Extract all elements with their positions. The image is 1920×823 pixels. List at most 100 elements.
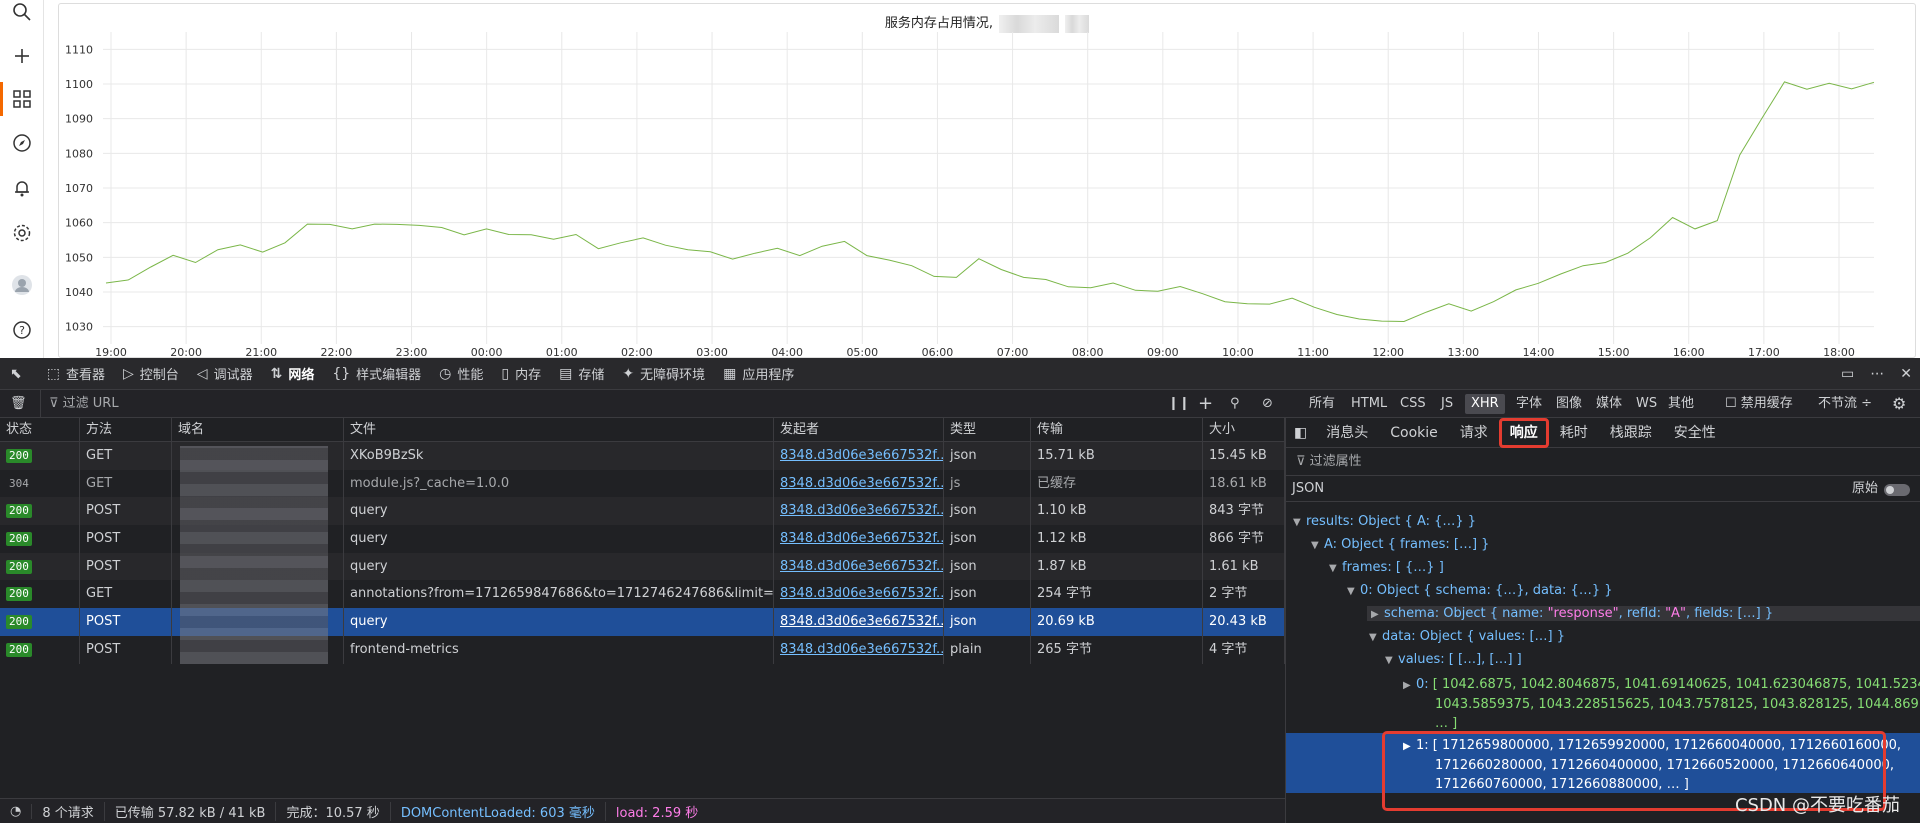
tab-4[interactable]: {} 样式编辑器	[323, 358, 430, 390]
file-cell: module.js?_cache=1.0.0	[344, 469, 774, 498]
request-count: 8 个请求	[32, 801, 105, 821]
response-tab-4[interactable]: 耗时	[1549, 418, 1599, 448]
y-tick-label: 1050	[65, 251, 93, 264]
type-cell: js	[944, 469, 1031, 498]
filter-properties-input[interactable]: ⊽ 过滤属性	[1286, 448, 1920, 476]
search-icon[interactable]: ⚲	[1230, 390, 1240, 418]
type-filter-1[interactable]: HTML	[1345, 394, 1393, 414]
column-header[interactable]: 传输	[1031, 418, 1203, 441]
file-cell: annotations?from=1712659847686&to=171274…	[344, 580, 774, 609]
type-filter-9[interactable]: 其他	[1662, 394, 1700, 414]
tab-label: 查看器	[65, 368, 105, 383]
size-cell: 843 字节	[1203, 497, 1285, 526]
tree-row-frames[interactable]: ▼ frames: [ {…} ]	[1329, 560, 1444, 575]
column-header[interactable]: 类型	[944, 418, 1031, 441]
response-tab-bar: ◧ 消息头 Cookie 请求 响应 耗时 栈跟踪 安全性	[1286, 417, 1920, 448]
response-tab-5[interactable]: 栈跟踪	[1599, 418, 1663, 448]
pick-element-icon[interactable]: ⬉	[0, 358, 38, 390]
search-icon[interactable]	[10, 0, 34, 24]
initiator-link[interactable]: 8348.d3d06e3e667532f...	[780, 476, 943, 491]
tab-8[interactable]: ✦ 无障碍环境	[613, 358, 714, 390]
tab-label: 存储	[578, 368, 605, 383]
trash-icon[interactable]: 🗑	[10, 390, 27, 418]
user-avatar[interactable]	[10, 273, 34, 297]
response-tab-3[interactable]: 响应	[1498, 417, 1549, 448]
dashboards-icon[interactable]	[10, 87, 34, 111]
filter-url-input[interactable]: ⊽ 过滤 URL	[40, 390, 1140, 418]
network-status-bar: ◔ 8 个请求 已传输 57.82 kB / 41 kB 完成：10.57 秒 …	[0, 798, 1285, 823]
close-icon[interactable]: ✕	[1900, 366, 1912, 382]
tab-2[interactable]: ◁ 调试器	[188, 358, 262, 390]
tab-9[interactable]: ▦ 应用程序	[714, 358, 803, 390]
initiator-link[interactable]: 8348.d3d06e3e667532f...	[780, 586, 943, 601]
column-header[interactable]: 方法	[80, 418, 172, 441]
initiator-link[interactable]: 8348.d3d06e3e667532f...	[780, 642, 943, 657]
pause-icon[interactable]: ❙❙	[1168, 390, 1190, 418]
type-cell: json	[944, 525, 1031, 553]
size-cell: 18.61 kB	[1203, 469, 1285, 498]
explore-icon[interactable]	[10, 131, 34, 155]
method-cell: POST	[80, 635, 172, 664]
tab-7[interactable]: ▤ 存储	[550, 358, 613, 390]
tab-6[interactable]: ▯ 内存	[492, 358, 550, 390]
help-icon[interactable]: ?	[10, 318, 34, 342]
type-filter-2[interactable]: CSS	[1394, 394, 1432, 414]
column-header[interactable]: 大小	[1203, 418, 1285, 441]
tab-1[interactable]: ▷ 控制台	[114, 358, 188, 390]
tab-icon: ▯	[501, 365, 510, 382]
gear-icon[interactable]	[10, 221, 34, 245]
initiator-link[interactable]: 8348.d3d06e3e667532f...	[780, 503, 943, 518]
initiator-link[interactable]: 8348.d3d06e3e667532f...	[780, 614, 943, 629]
response-tab-2[interactable]: 请求	[1449, 418, 1499, 448]
plus-icon[interactable]	[10, 44, 34, 68]
type-filter-4[interactable]: XHR	[1465, 394, 1505, 414]
response-tab-0[interactable]: 消息头	[1315, 418, 1379, 448]
dom-content-loaded: DOMContentLoaded: 603 毫秒	[391, 801, 606, 821]
raw-toggle[interactable]	[1884, 484, 1910, 496]
tree-row-frame-0[interactable]: ▼ 0: Object { schema: {…}, data: {…} }	[1347, 583, 1613, 598]
tab-0[interactable]: ⬚ 查看器	[38, 358, 114, 390]
tree-row-results[interactable]: ▼ results: Object { A: {…} }	[1293, 514, 1476, 529]
initiator-link[interactable]: 8348.d3d06e3e667532f...	[780, 559, 943, 574]
status-badge: 200	[6, 532, 32, 547]
type-filter-5[interactable]: 字体	[1510, 394, 1548, 414]
type-cell: json	[944, 442, 1031, 470]
type-filter-0[interactable]: 所有	[1303, 394, 1341, 414]
dock-icon[interactable]: ▭	[1841, 366, 1854, 382]
settings-gear-icon[interactable]: ⚙	[1892, 390, 1906, 418]
load-time: load: 2.59 秒	[615, 805, 699, 821]
response-tab-1[interactable]: Cookie	[1379, 418, 1449, 448]
bell-icon[interactable]	[10, 176, 34, 200]
column-header[interactable]: 文件	[344, 418, 774, 441]
initiator-link[interactable]: 8348.d3d06e3e667532f...	[780, 448, 943, 463]
type-filter-8[interactable]: WS	[1630, 394, 1663, 414]
more-options-icon[interactable]: ⋯	[1870, 366, 1884, 382]
tree-row-data[interactable]: ▼ data: Object { values: […] }	[1369, 629, 1565, 644]
initiator-link[interactable]: 8348.d3d06e3e667532f...	[780, 531, 943, 546]
tab-label: 应用程序	[742, 368, 795, 383]
tab-5[interactable]: ◷ 性能	[430, 358, 492, 390]
sidebar-toggle-icon[interactable]: ◧	[1286, 418, 1315, 448]
size-cell: 2 字节	[1203, 580, 1285, 609]
status-badge: 200	[6, 587, 32, 602]
block-icon[interactable]: ⊘	[1262, 390, 1273, 418]
tree-text: A: Object { frames: […] }	[1324, 537, 1490, 552]
tree-row-values-0[interactable]: ▶ 0: [ 1042.6875, 1042.8046875, 1041.6914…	[1403, 675, 1920, 733]
response-tab-6[interactable]: 安全性	[1663, 418, 1727, 448]
column-header[interactable]: 域名	[172, 418, 344, 441]
tab-3[interactable]: ⇅ 网络	[262, 358, 324, 390]
column-header[interactable]: 状态	[0, 418, 80, 441]
app-sidebar: ?	[0, 0, 44, 358]
type-filter-3[interactable]: JS	[1435, 394, 1459, 414]
throttle-select[interactable]: 不节流 ÷	[1818, 390, 1872, 418]
tree-row-a[interactable]: ▼ A: Object { frames: […] }	[1311, 537, 1489, 552]
tree-row-values[interactable]: ▼ values: [ […], […] ]	[1385, 652, 1522, 667]
column-header[interactable]: 发起者	[774, 418, 944, 441]
add-icon[interactable]: +	[1198, 390, 1213, 418]
tree-text: 0: Object { schema: {…}, data: {…} }	[1360, 583, 1613, 598]
type-filter-7[interactable]: 媒体	[1590, 394, 1628, 414]
tab-icon: ▤	[559, 365, 573, 382]
type-filter-6[interactable]: 图像	[1550, 394, 1588, 414]
disable-cache-checkbox[interactable]: ☐ 禁用缓存	[1725, 390, 1793, 418]
tree-row-schema[interactable]: ▶ schema: Object { name: "response", refI…	[1367, 606, 1920, 621]
